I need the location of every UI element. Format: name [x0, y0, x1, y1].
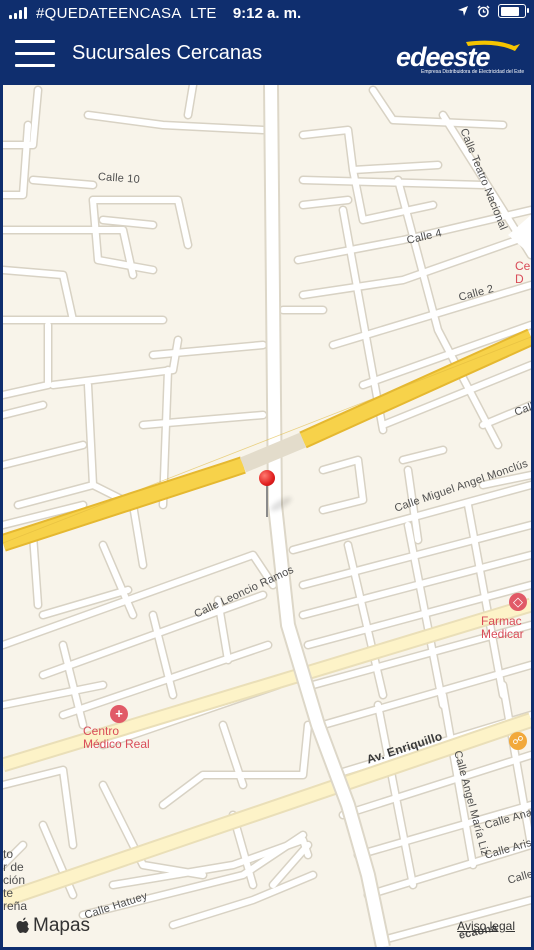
poi-label-centro-medico[interactable]: Centro Médico Real	[83, 725, 150, 751]
edeeste-logo: edeeste Empresa Distribuidora de Electri…	[396, 40, 525, 80]
maps-attribution: Mapas	[15, 915, 90, 937]
battery-icon	[498, 4, 529, 18]
map-view[interactable]: Calle 10 Calle Teatro Nacional Calle 4 C…	[3, 85, 531, 947]
page-title: Sucursales Cercanas	[72, 42, 263, 64]
apple-logo-icon	[16, 917, 29, 933]
maps-brand-text: Mapas	[33, 915, 91, 936]
alarm-icon	[477, 4, 490, 17]
status-bar: #QUEDATEENCASA LTE 9:12 a. m.	[0, 0, 534, 28]
status-time: 9:12 a. m.	[232, 5, 302, 22]
battery-level	[500, 6, 520, 16]
farmacia-poi-icon[interactable]: ◇	[509, 593, 527, 611]
logo-tagline: Empresa Distribuidora de Electricidad de…	[421, 69, 525, 75]
poi-label-farmacia[interactable]: Farmac Medicar	[481, 615, 524, 641]
poi-label-right-top[interactable]: Ce D	[515, 260, 530, 286]
hospital-poi-icon[interactable]: +	[110, 705, 128, 723]
hamburger-menu-icon[interactable]	[15, 40, 55, 68]
shopping-cart-icon[interactable]: ☍	[509, 732, 527, 750]
location-arrow-icon	[458, 6, 468, 16]
legal-notice-link[interactable]: Aviso legal	[457, 919, 515, 933]
app-header: Sucursales Cercanas edeeste Empresa Dist…	[0, 28, 534, 82]
location-pin-icon[interactable]	[259, 470, 294, 520]
poi-label-left-edge[interactable]: to r de ción te reña	[3, 848, 27, 913]
logo-text: edeeste	[396, 42, 491, 72]
